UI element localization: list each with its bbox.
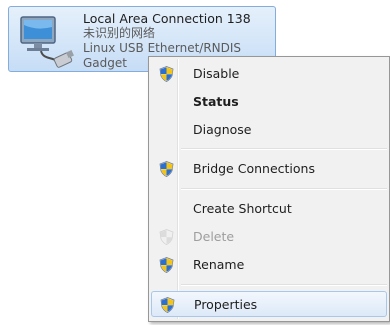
menu-item-rename[interactable]: Rename: [151, 252, 387, 278]
menu-item-status[interactable]: Status: [151, 89, 387, 115]
menu-item-disable[interactable]: Disable: [151, 61, 387, 87]
uac-shield-icon: [159, 161, 174, 177]
menu-item-label: Disable: [193, 66, 240, 81]
menu-item-label: Create Shortcut: [193, 201, 292, 216]
connection-status: 未识别的网络: [83, 26, 156, 40]
uac-shield-icon: [159, 229, 174, 245]
menu-item-properties[interactable]: Properties: [151, 291, 387, 317]
menu-item-label: Bridge Connections: [193, 161, 315, 176]
menu-separator: [181, 148, 387, 150]
menu-item-label: Diagnose: [193, 122, 252, 137]
network-adapter-icon: [20, 16, 74, 68]
menu-item-create-shortcut[interactable]: Create Shortcut: [151, 196, 387, 222]
uac-shield-icon: [160, 297, 175, 313]
menu-item-label: Rename: [193, 257, 245, 272]
connection-name: Local Area Connection 138: [83, 11, 251, 26]
context-menu: Disable Status Diagnose Bridge Connectio…: [148, 56, 390, 322]
menu-item-diagnose[interactable]: Diagnose: [151, 117, 387, 143]
menu-item-bridge-connections[interactable]: Bridge Connections: [151, 156, 387, 182]
menu-item-delete: Delete: [151, 224, 387, 250]
menu-item-label: Properties: [194, 297, 258, 312]
menu-separator: [181, 284, 387, 286]
uac-shield-icon: [159, 257, 174, 273]
menu-item-label: Delete: [193, 229, 235, 244]
menu-item-label: Status: [193, 94, 239, 109]
menu-separator: [181, 188, 387, 190]
uac-shield-icon: [159, 66, 174, 82]
